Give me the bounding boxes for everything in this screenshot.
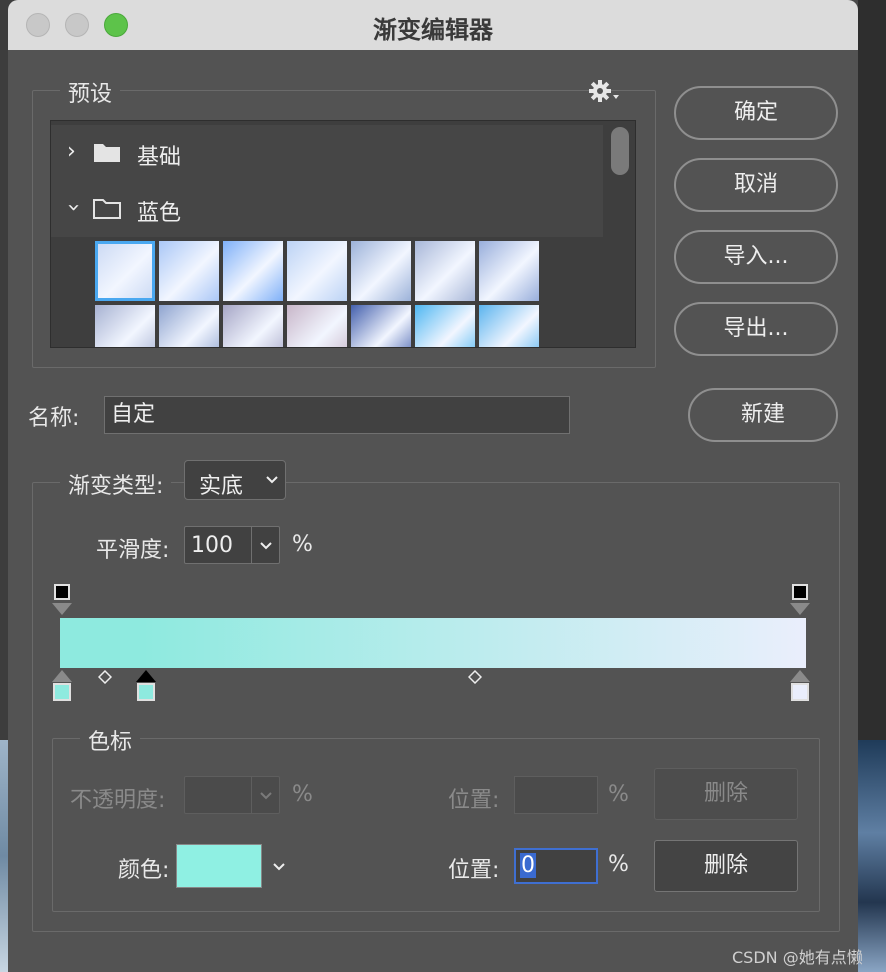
new-button[interactable]: 新建: [688, 388, 838, 442]
title-bar: 渐变编辑器: [8, 0, 858, 50]
gradient-editor-dialog: 渐变编辑器 预设 › 基础 › 蓝色 确定 取消 导入... 导出... 名称:…: [8, 0, 858, 972]
watermark: CSDN @她有点懒: [732, 948, 863, 967]
color-stop-right[interactable]: [791, 683, 809, 701]
color-stop-pointer: [52, 670, 72, 682]
color-position-label: 位置:: [448, 858, 500, 883]
opacity-percent: %: [292, 782, 313, 807]
gradient-swatch[interactable]: [287, 305, 347, 347]
background-image: [858, 740, 886, 972]
name-input[interactable]: 自定: [104, 396, 570, 434]
gradient-swatch[interactable]: [415, 305, 475, 347]
opacity-delete-button: 删除: [654, 768, 798, 820]
gradient-swatch[interactable]: [479, 241, 539, 301]
midpoint-diamond-icon[interactable]: [468, 670, 482, 684]
cancel-button[interactable]: 取消: [674, 158, 838, 212]
color-delete-button[interactable]: 删除: [654, 840, 798, 892]
color-position-value: 0: [520, 853, 536, 878]
gradient-swatch[interactable]: [351, 241, 411, 301]
folder-row-basic[interactable]: › 基础: [51, 125, 603, 181]
gradient-type-label: 渐变类型:: [60, 468, 172, 500]
gradient-swatch[interactable]: [95, 241, 155, 301]
export-button[interactable]: 导出...: [674, 302, 838, 356]
color-stop-pointer: [790, 670, 810, 682]
gradient-swatch[interactable]: [159, 305, 219, 347]
opacity-stop-left[interactable]: [54, 584, 70, 600]
gradient-swatch[interactable]: [95, 305, 155, 347]
gradient-swatch[interactable]: [223, 305, 283, 347]
gradient-swatch[interactable]: [479, 305, 539, 347]
color-stop-selected[interactable]: [137, 683, 155, 701]
opacity-position-percent: %: [608, 782, 629, 807]
folder-label: 基础: [137, 145, 182, 170]
chevron-right-icon[interactable]: ›: [67, 139, 76, 164]
opacity-position-label: 位置:: [448, 788, 500, 813]
opacity-label: 不透明度:: [70, 788, 166, 813]
opacity-position-input: [514, 776, 598, 814]
chevron-down-icon: [266, 476, 278, 484]
gradient-preview-bar[interactable]: [60, 618, 806, 668]
presets-label: 预设: [60, 76, 121, 108]
folder-row-blue[interactable]: › 蓝色: [51, 181, 603, 237]
ok-button[interactable]: 确定: [674, 86, 838, 140]
folder-open-icon: [93, 199, 121, 219]
gear-icon[interactable]: [588, 78, 622, 104]
chevron-down-icon: [260, 542, 272, 550]
color-position-percent: %: [608, 852, 629, 877]
color-label: 颜色:: [118, 858, 170, 883]
chevron-down-icon[interactable]: [272, 862, 286, 872]
window-title: 渐变编辑器: [373, 16, 493, 44]
divider: [251, 527, 252, 563]
gradient-type-value: 实底: [199, 474, 244, 499]
opacity-stop-right[interactable]: [792, 584, 808, 600]
smoothness-value: 100: [191, 533, 233, 558]
import-button[interactable]: 导入...: [674, 230, 838, 284]
color-swatch[interactable]: [176, 844, 262, 888]
presets-scrollbar[interactable]: [611, 127, 629, 175]
gradient-swatch[interactable]: [159, 241, 219, 301]
gradient-swatch[interactable]: [351, 305, 411, 347]
divider: [251, 777, 252, 813]
smoothness-percent: %: [292, 532, 313, 557]
opacity-stop-pointer: [52, 603, 72, 615]
gradient-swatch[interactable]: [287, 241, 347, 301]
smoothness-select[interactable]: 100: [184, 526, 280, 564]
name-label: 名称:: [28, 406, 80, 431]
midpoint-diamond-icon[interactable]: [98, 670, 112, 684]
gradient-swatch[interactable]: [223, 241, 283, 301]
opacity-select: [184, 776, 280, 814]
chevron-down-icon: [260, 792, 272, 800]
smoothness-label: 平滑度:: [96, 538, 170, 563]
gradient-type-select[interactable]: 实底: [184, 460, 286, 500]
gradient-swatch[interactable]: [415, 241, 475, 301]
color-position-input[interactable]: 0: [514, 848, 598, 884]
presets-list[interactable]: › 基础 › 蓝色: [50, 120, 636, 348]
chevron-down-icon[interactable]: ›: [61, 203, 86, 212]
opacity-stop-pointer: [790, 603, 810, 615]
folder-label: 蓝色: [137, 201, 182, 226]
color-stop-left[interactable]: [53, 683, 71, 701]
color-stop-pointer-selected: [136, 670, 156, 682]
color-stops-label: 色标: [80, 724, 141, 756]
folder-icon: [94, 144, 120, 162]
